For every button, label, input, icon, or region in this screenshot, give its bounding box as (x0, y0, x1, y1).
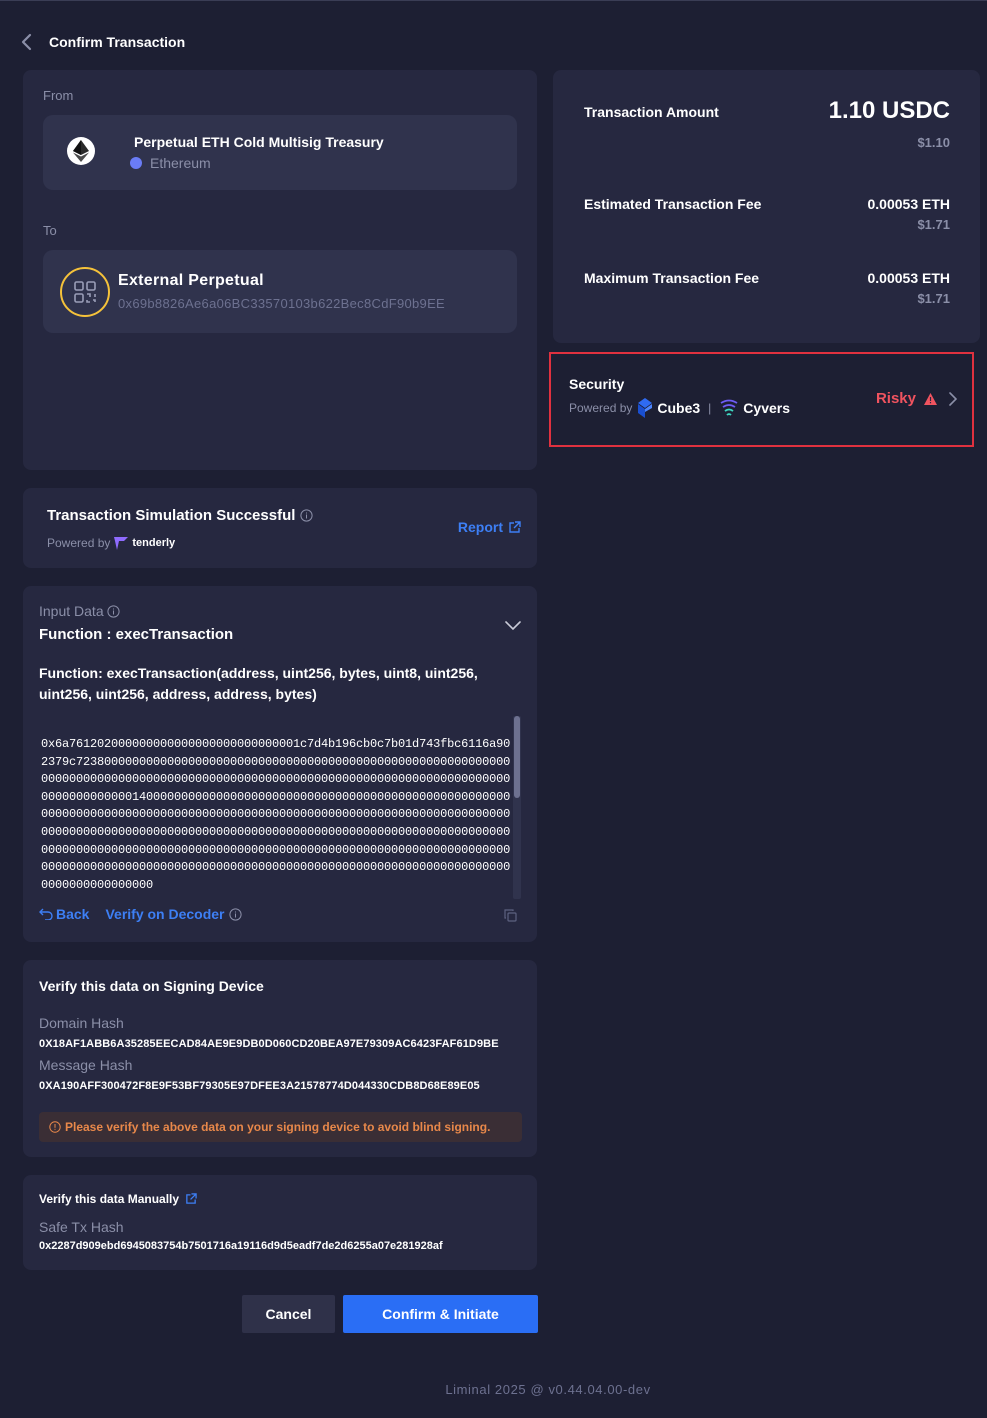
cube3-icon (637, 398, 653, 418)
powered-by-label: Powered by (47, 536, 111, 550)
copy-icon[interactable] (504, 909, 517, 927)
to-label: To (43, 223, 57, 238)
page-title: Confirm Transaction (49, 34, 186, 50)
est-fee-label: Estimated Transaction Fee (584, 196, 762, 212)
verify-signing-card: Verify this data on Signing Device Domai… (23, 960, 537, 1157)
chevron-left-icon[interactable] (20, 32, 36, 52)
blind-signing-warning: Please verify the above data on your sig… (39, 1112, 522, 1142)
input-data-label-text: Input Data (39, 603, 104, 619)
security-powered-by: Powered by Cube3 | Cyvers (569, 398, 790, 418)
to-recipient[interactable]: External Perpetual 0x69b8826Ae6a06BC3357… (43, 250, 517, 333)
domain-hash-value: 0X18AF1ABB6A35285EECAD84AE9E9DB0D060CD20… (39, 1038, 499, 1050)
cyvers-label: Cyvers (743, 400, 790, 416)
max-fee-usd: $1.71 (917, 291, 950, 306)
security-row[interactable]: Security Powered by Cube3 | Cyvers Risky (549, 352, 974, 447)
max-fee-label: Maximum Transaction Fee (584, 270, 760, 286)
transaction-amount: 1.10 USDC (828, 97, 950, 124)
warning-triangle-icon (924, 392, 937, 405)
input-data-label: Input Data (39, 603, 120, 619)
verify-manual-card: Verify this data Manually Safe Tx Hash 0… (23, 1175, 537, 1270)
provider-separator: | (708, 401, 712, 415)
verify-decoder-link[interactable]: Verify on Decoder (105, 906, 242, 922)
function-title: Function : execTransaction (39, 626, 234, 643)
cyvers-icon (719, 399, 739, 417)
info-icon (228, 907, 242, 921)
transaction-amount-usd: $1.10 (917, 135, 950, 150)
tenderly-icon (114, 536, 129, 550)
report-label: Report (457, 519, 503, 535)
cancel-button[interactable]: Cancel (242, 1295, 335, 1333)
undo-icon (39, 908, 53, 920)
safe-tx-hash-value: 0x2287d909ebd6945083754b7501716a19116d9d… (39, 1240, 443, 1252)
simulation-title-text: Transaction Simulation Successful (47, 507, 296, 524)
chevron-right-icon[interactable] (949, 391, 957, 406)
est-fee: 0.00053 ETH (867, 196, 951, 212)
info-icon[interactable] (107, 604, 120, 618)
cube3-label: Cube3 (657, 400, 701, 416)
hex-scrollbar-thumb[interactable] (514, 716, 520, 798)
risk-status-label: Risky (875, 390, 916, 407)
external-link-icon (508, 520, 521, 534)
from-chain: Ethereum (130, 155, 211, 171)
report-link[interactable]: Report (458, 519, 521, 535)
hex-data: 0x6a761202000000000000000000000000001c7d… (41, 737, 511, 892)
tenderly-label: tenderly (132, 537, 176, 549)
verify-manual-title[interactable]: Verify this data Manually (39, 1192, 197, 1206)
to-name: External Perpetual (118, 272, 264, 289)
top-border (0, 0, 987, 1)
footer-version: Liminal 2025 @ v0.44.04.00-dev (445, 1382, 651, 1397)
alert-circle-icon (49, 1121, 61, 1133)
back-label: Back (56, 906, 90, 922)
simulation-powered-by: Powered by tenderly (47, 536, 175, 550)
chevron-down-icon[interactable] (505, 618, 521, 636)
safe-tx-hash-label: Safe Tx Hash (39, 1219, 124, 1235)
hex-scrollbar[interactable] (513, 716, 521, 899)
transaction-amount-label: Transaction Amount (584, 104, 719, 120)
security-status: Risky (876, 390, 957, 407)
from-to-card: From Perpetual ETH Cold Multisig Treasur… (23, 70, 537, 470)
message-hash-value: 0XA190AFF300472F8E9F53BF79305E97DFEE3A21… (39, 1080, 480, 1092)
back-link[interactable]: Back (39, 906, 89, 922)
message-hash-label: Message Hash (39, 1057, 133, 1073)
from-chain-label: Ethereum (150, 155, 211, 171)
external-link-icon (185, 1193, 197, 1205)
domain-hash-label: Domain Hash (39, 1015, 124, 1031)
est-fee-usd: $1.71 (917, 217, 950, 232)
from-label: From (43, 88, 74, 103)
security-title: Security (569, 376, 625, 392)
input-data-actions: Back Verify on Decoder (39, 906, 242, 922)
qr-code-icon (60, 267, 110, 317)
verify-signing-title: Verify this data on Signing Device (39, 978, 264, 994)
from-wallet[interactable]: Perpetual ETH Cold Multisig Treasury Eth… (43, 115, 517, 190)
page-header: Confirm Transaction (20, 30, 185, 54)
to-address: 0x69b8826Ae6a06BC33570103b622Bec8CdF90b9… (118, 296, 446, 311)
powered-by-label: Powered by (569, 401, 633, 415)
simulation-title: Transaction Simulation Successful (47, 507, 314, 524)
max-fee: 0.00053 ETH (867, 270, 951, 286)
input-data-card: Input Data Function : execTransaction Fu… (23, 586, 537, 942)
verify-decoder-label: Verify on Decoder (105, 906, 225, 922)
amounts-card: Transaction Amount 1.10 USDC $1.10 Estim… (553, 70, 980, 343)
info-icon[interactable] (300, 509, 314, 522)
verify-manual-title-text: Verify this data Manually (39, 1192, 180, 1206)
confirm-initiate-button[interactable]: Confirm & Initiate (343, 1295, 538, 1333)
ethereum-icon (67, 137, 95, 165)
function-signature: Function: execTransaction(address, uint2… (39, 665, 478, 702)
warning-text: Please verify the above data on your sig… (65, 1120, 491, 1134)
simulation-card: Transaction Simulation Successful Powere… (23, 488, 537, 568)
chain-dot-icon (130, 157, 142, 169)
from-wallet-name: Perpetual ETH Cold Multisig Treasury (134, 134, 384, 150)
